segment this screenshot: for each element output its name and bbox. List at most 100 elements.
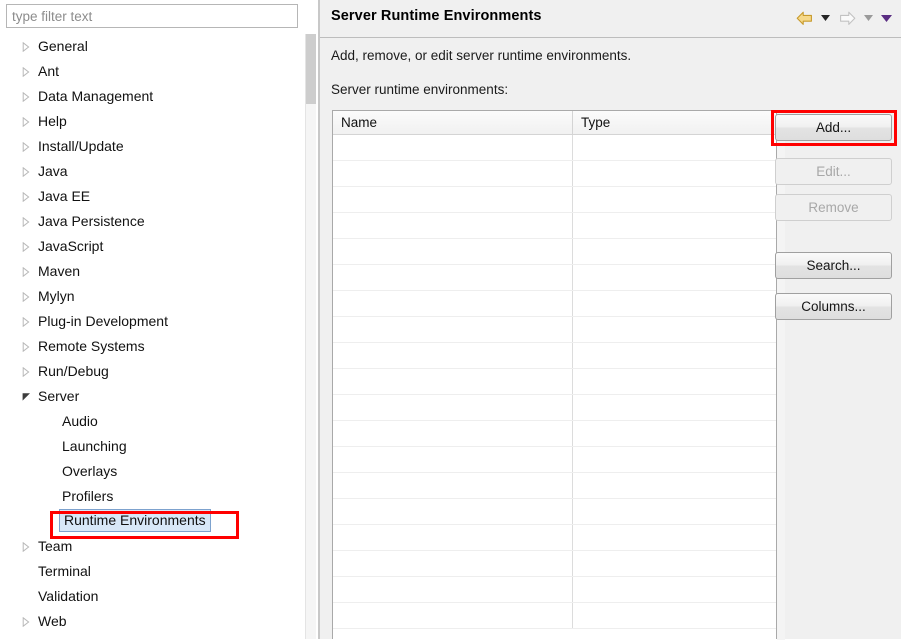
chevron-right-icon[interactable]	[22, 334, 34, 359]
chevron-right-icon[interactable]	[22, 284, 34, 309]
tree-item-javascript[interactable]: JavaScript	[0, 234, 306, 259]
tree-item-ant[interactable]: Ant	[0, 59, 306, 84]
page-menu-chevron-down-icon[interactable]	[879, 7, 894, 29]
table-row-empty[interactable]	[333, 473, 776, 499]
table-cell-type	[573, 369, 776, 394]
tree-item-java-persistence[interactable]: Java Persistence	[0, 209, 306, 234]
tree-item-install-update[interactable]: Install/Update	[0, 134, 306, 159]
tree-item-launching[interactable]: Launching	[0, 434, 306, 459]
page-title: Server Runtime Environments	[331, 8, 542, 24]
table-row-empty[interactable]	[333, 395, 776, 421]
tree-item-server[interactable]: Server	[0, 384, 306, 409]
preferences-tree[interactable]: General Ant Data Management Help Install/Upd…	[0, 34, 306, 639]
tree-item-maven[interactable]: Maven	[0, 259, 306, 284]
tree-item-label: Validation	[38, 588, 99, 604]
tree-item-java-ee[interactable]: Java EE	[0, 184, 306, 209]
chevron-right-icon[interactable]	[22, 359, 34, 384]
chevron-right-icon[interactable]	[22, 259, 34, 284]
chevron-right-icon[interactable]	[22, 34, 34, 59]
tree-item-general[interactable]: General	[0, 34, 306, 59]
table-cell-type	[573, 317, 776, 342]
columns-button[interactable]: Columns...	[775, 293, 892, 320]
table-cell-type	[573, 291, 776, 316]
forward-arrow-icon	[836, 7, 858, 29]
preference-page-panel: Server Runtime Environments Add, remove,…	[320, 0, 901, 640]
table-row-empty[interactable]	[333, 343, 776, 369]
tree-item-mylyn[interactable]: Mylyn	[0, 284, 306, 309]
tree-item-label: Remote Systems	[38, 338, 145, 354]
table-row-empty[interactable]	[333, 525, 776, 551]
tree-item-team[interactable]: Team	[0, 534, 306, 559]
column-header-type[interactable]: Type	[573, 111, 776, 134]
column-header-name[interactable]: Name	[333, 111, 573, 134]
chevron-right-icon[interactable]	[22, 309, 34, 334]
chevron-right-icon[interactable]	[22, 84, 34, 109]
table-row-empty[interactable]	[333, 161, 776, 187]
chevron-right-icon[interactable]	[22, 134, 34, 159]
table-row-empty[interactable]	[333, 577, 776, 603]
tree-item-profilers[interactable]: Profilers	[0, 484, 306, 509]
table-body[interactable]	[333, 135, 776, 629]
tree-item-remote-systems[interactable]: Remote Systems	[0, 334, 306, 359]
tree-item-data-management[interactable]: Data Management	[0, 84, 306, 109]
tree-item-audio[interactable]: Audio	[0, 409, 306, 434]
tree-item-run-debug[interactable]: Run/Debug	[0, 359, 306, 384]
chevron-right-icon[interactable]	[22, 534, 34, 559]
preferences-dialog: General Ant Data Management Help Install/Upd…	[0, 0, 901, 640]
table-cell-type	[573, 239, 776, 264]
preferences-tree-panel: General Ant Data Management Help Install/Upd…	[0, 0, 318, 639]
tree-scrollbar-track[interactable]	[305, 34, 316, 639]
table-cell-name	[333, 161, 573, 186]
runtime-environments-table[interactable]: Name Type	[332, 110, 777, 639]
table-cell-name	[333, 525, 573, 550]
table-cell-name	[333, 239, 573, 264]
table-cell-type	[573, 213, 776, 238]
chevron-right-icon[interactable]	[22, 59, 34, 84]
tree-item-web[interactable]: Web	[0, 609, 306, 634]
table-cell-name	[333, 603, 573, 628]
chevron-right-icon[interactable]	[22, 159, 34, 184]
chevron-down-icon[interactable]	[22, 384, 34, 409]
tree-item-terminal[interactable]: Terminal	[0, 559, 306, 584]
tree-item-label: Java EE	[38, 188, 91, 204]
table-scrollbar[interactable]	[777, 110, 785, 640]
forward-history-chevron-down-icon	[861, 7, 876, 29]
table-row-empty[interactable]	[333, 499, 776, 525]
table-row-empty[interactable]	[333, 317, 776, 343]
table-row-empty[interactable]	[333, 551, 776, 577]
tree-item-label: Overlays	[62, 463, 118, 479]
tree-item-plug-in-development[interactable]: Plug-in Development	[0, 309, 306, 334]
tree-item-label: Ant	[38, 63, 60, 79]
chevron-right-icon[interactable]	[22, 234, 34, 259]
chevron-right-icon[interactable]	[22, 209, 34, 234]
add-button[interactable]: Add...	[775, 114, 892, 141]
table-cell-name	[333, 577, 573, 602]
search-button[interactable]: Search...	[775, 252, 892, 279]
tree-item-runtime-environments[interactable]: Runtime Environments	[0, 509, 306, 534]
table-row-empty[interactable]	[333, 421, 776, 447]
back-arrow-icon[interactable]	[793, 7, 815, 29]
table-row-empty[interactable]	[333, 239, 776, 265]
chevron-right-icon[interactable]	[22, 184, 34, 209]
tree-scrollbar-thumb[interactable]	[306, 34, 316, 104]
table-row-empty[interactable]	[333, 603, 776, 629]
filter-input[interactable]	[6, 4, 298, 28]
back-history-chevron-down-icon[interactable]	[818, 7, 833, 29]
tree-item-validation[interactable]: Validation	[0, 584, 306, 609]
chevron-right-icon[interactable]	[22, 609, 34, 634]
tree-item-label: Mylyn	[38, 288, 75, 304]
tree-item-help[interactable]: Help	[0, 109, 306, 134]
table-row-empty[interactable]	[333, 135, 776, 161]
table-row-empty[interactable]	[333, 447, 776, 473]
tree-item-overlays[interactable]: Overlays	[0, 459, 306, 484]
page-nav-toolbar	[793, 7, 894, 29]
table-row-empty[interactable]	[333, 291, 776, 317]
table-row-empty[interactable]	[333, 187, 776, 213]
tree-item-java[interactable]: Java	[0, 159, 306, 184]
table-cell-type	[573, 525, 776, 550]
table-row-empty[interactable]	[333, 265, 776, 291]
table-row-empty[interactable]	[333, 369, 776, 395]
table-row-empty[interactable]	[333, 213, 776, 239]
tree-item-label: Data Management	[38, 88, 154, 104]
chevron-right-icon[interactable]	[22, 109, 34, 134]
